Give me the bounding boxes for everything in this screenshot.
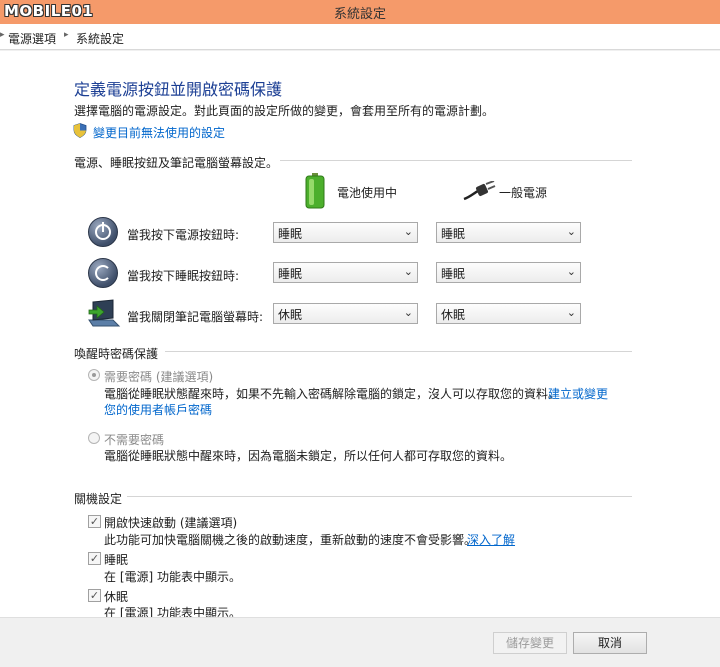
power-plug-icon <box>463 181 496 201</box>
select-value: 睡眠 <box>278 267 303 281</box>
sleep-button-icon <box>88 258 118 288</box>
create-change-password-link[interactable]: 建立或變更 <box>548 385 608 402</box>
chevron-down-icon: ⌄ <box>566 306 576 319</box>
require-password-label: 需要密碼 (建議選項) <box>104 370 214 384</box>
main-content: 定義電源按鈕並開啟密碼保護 選擇電腦的電源設定。對此頁面的設定所做的變更，會套用… <box>0 51 720 620</box>
change-unavailable-settings-link[interactable]: 變更目前無法使用的設定 <box>93 124 225 141</box>
page-title: 定義電源按鈕並開啟密碼保護 <box>74 80 283 99</box>
sleep-menu-desc: 在 [電源] 功能表中顯示。 <box>104 570 241 584</box>
sleep-menu-checkbox[interactable]: ✓ <box>88 552 101 565</box>
fast-startup-desc: 此功能可加快電腦關機之後的啟動速度，重新啟動的速度不會受影響。 <box>104 533 477 547</box>
select-value: 休眠 <box>278 308 303 322</box>
select-value: 休眠 <box>441 308 466 322</box>
sleep-button-label: 當我按下睡眠按鈕時: <box>127 269 240 283</box>
chevron-down-icon: ⌄ <box>403 225 413 238</box>
chevron-right-icon: ▸ <box>0 30 5 40</box>
select-value: 睡眠 <box>278 227 303 241</box>
select-value: 睡眠 <box>441 227 466 241</box>
address-bar: ▸ 電源選項 ▸ 系統設定 <box>0 24 720 50</box>
no-password-label: 不需要密碼 <box>104 433 165 447</box>
sleep-button-battery-select[interactable]: 睡眠 ⌄ <box>273 262 418 283</box>
wake-password-group-label: 喚醒時密碼保護 <box>74 347 159 361</box>
power-button-plugged-select[interactable]: 睡眠 ⌄ <box>436 222 581 243</box>
close-lid-label: 當我關閉筆記電腦螢幕時: <box>127 310 264 324</box>
hibernate-menu-label: 休眠 <box>104 590 129 604</box>
no-password-desc: 電腦從睡眠狀態中醒來時，因為電腦未鎖定，所以任何人都可存取您的資料。 <box>104 449 513 463</box>
close-lid-battery-select[interactable]: 休眠 ⌄ <box>273 303 418 324</box>
require-password-radio[interactable] <box>88 369 100 381</box>
fast-startup-label: 開啟快速啟動 (建議選項) <box>104 516 238 530</box>
title-bar: MOBILE01 系統設定 <box>0 0 720 24</box>
battery-column-label: 電池使用中 <box>337 186 398 200</box>
save-changes-button[interactable]: 儲存變更 <box>493 632 567 654</box>
chevron-right-icon: ▸ <box>64 30 69 40</box>
sleep-menu-label: 睡眠 <box>104 553 129 567</box>
chevron-down-icon: ⌄ <box>566 225 576 238</box>
chevron-down-icon: ⌄ <box>403 265 413 278</box>
laptop-lid-icon <box>88 299 121 327</box>
chevron-down-icon: ⌄ <box>403 306 413 319</box>
power-button-icon <box>88 217 118 247</box>
uac-shield-icon <box>73 123 87 138</box>
chevron-down-icon: ⌄ <box>566 265 576 278</box>
fast-startup-checkbox[interactable]: ✓ <box>88 515 101 528</box>
power-buttons-group-label: 電源、睡眠按鈕及筆記電腦螢幕設定。 <box>74 156 279 170</box>
require-password-desc: 電腦從睡眠狀態醒來時，如果不先輸入密碼解除電腦的鎖定，沒人可以存取您的資料。 <box>104 387 561 401</box>
cancel-button[interactable]: 取消 <box>573 632 647 654</box>
shutdown-group-label: 關機設定 <box>74 492 123 506</box>
group-divider <box>165 351 632 352</box>
learn-more-link[interactable]: 深入了解 <box>467 531 515 548</box>
select-value: 睡眠 <box>441 267 466 281</box>
power-button-label: 當我按下電源按鈕時: <box>127 228 240 242</box>
no-password-radio[interactable] <box>88 432 100 444</box>
plugged-column-label: 一般電源 <box>499 186 548 200</box>
sleep-button-plugged-select[interactable]: 睡眠 ⌄ <box>436 262 581 283</box>
breadcrumb-power-options[interactable]: 電源選項 <box>8 30 56 47</box>
breadcrumb-system-settings[interactable]: 系統設定 <box>76 30 124 47</box>
user-account-password-link[interactable]: 您的使用者帳戶密碼 <box>104 401 212 418</box>
close-lid-plugged-select[interactable]: 休眠 ⌄ <box>436 303 581 324</box>
group-divider <box>280 160 632 161</box>
window-title: 系統設定 <box>333 7 386 22</box>
group-divider <box>127 496 632 497</box>
battery-icon <box>305 173 325 209</box>
footer-bar: 儲存變更 取消 <box>0 617 720 667</box>
power-button-battery-select[interactable]: 睡眠 ⌄ <box>273 222 418 243</box>
hibernate-menu-checkbox[interactable]: ✓ <box>88 589 101 602</box>
page-description: 選擇電腦的電源設定。對此頁面的設定所做的變更，會套用至所有的電源計劃。 <box>74 104 495 118</box>
